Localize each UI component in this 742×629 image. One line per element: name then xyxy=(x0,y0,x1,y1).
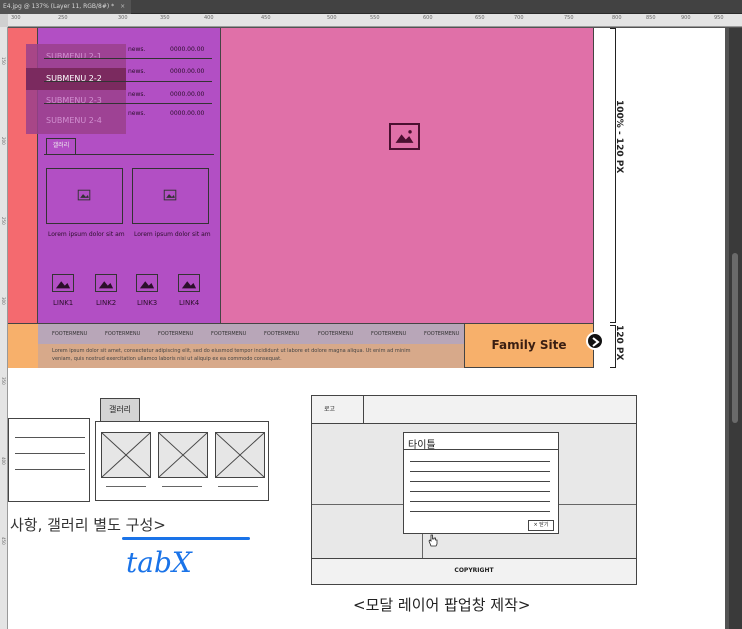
link-label[interactable]: LINK4 xyxy=(179,299,199,307)
link3-icon[interactable] xyxy=(136,274,158,292)
copyright: COPYRIGHT xyxy=(312,558,636,584)
document-tab-bar: E4.jpg @ 137% (Layer 11, RGB/8#) * × xyxy=(0,0,742,14)
link-label[interactable]: LINK2 xyxy=(96,299,116,307)
ruler-label: 350 xyxy=(1,377,6,385)
footer-menu-item[interactable]: FOOTERMENU xyxy=(264,331,299,337)
blue-underline xyxy=(122,537,250,540)
divider xyxy=(44,103,212,104)
ruler-label: 750 xyxy=(564,15,574,21)
footer-text-line: veniam, quis nostrud exercitation ullamc… xyxy=(52,356,282,362)
ruler-label: 300 xyxy=(118,15,128,21)
submenu-item[interactable]: SUBMENU 2-4 xyxy=(46,116,102,125)
height-label-top: 100% - 120 PX xyxy=(614,100,624,174)
ruler-label: 400 xyxy=(1,457,6,465)
horizontal-ruler[interactable]: 300 250 300 350 400 450 500 550 600 650 … xyxy=(8,14,742,27)
footer-left-block xyxy=(8,323,38,368)
modal-caption: <모달 레이어 팝업창 제작> xyxy=(353,596,531,614)
ruler-label: 500 xyxy=(327,15,337,21)
height-bracket-top xyxy=(610,28,616,323)
ruler-label: 450 xyxy=(261,15,271,21)
news-title[interactable]: news. xyxy=(128,46,145,53)
modal-header: 로고 xyxy=(312,396,636,424)
news-date: 0000.00.00 xyxy=(170,110,205,117)
link4-icon[interactable] xyxy=(178,274,200,292)
modal-popup: 타이틀 × 닫기 xyxy=(403,432,559,534)
image-placeholder-icon xyxy=(101,432,151,478)
news-title[interactable]: news. xyxy=(128,91,145,98)
family-site-select[interactable]: Family Site xyxy=(464,323,594,368)
footer-text-line: Lorem ipsum dolor sit amet, consectetur … xyxy=(52,348,411,354)
gallery-sketch-tab[interactable]: 갤러리 xyxy=(100,398,140,422)
image-placeholder-icon xyxy=(215,432,265,478)
footer-menu-item[interactable]: FOOTERMENU xyxy=(371,331,406,337)
modal-close-button[interactable]: × 닫기 xyxy=(528,520,554,531)
vertical-scrollbar[interactable] xyxy=(729,28,742,629)
divider xyxy=(44,81,212,82)
footer-menu-item[interactable]: FOOTERMENU xyxy=(211,331,246,337)
divider xyxy=(44,154,214,155)
link2-icon[interactable] xyxy=(95,274,117,292)
gallery-sketch xyxy=(95,421,269,501)
news-date: 0000.00.00 xyxy=(170,46,205,53)
handwritten-note: tabX xyxy=(126,546,192,579)
ruler-label: 450 xyxy=(1,537,6,545)
ruler-label: 300 xyxy=(11,15,21,21)
ruler-label: 950 xyxy=(714,15,724,21)
news-date: 0000.00.00 xyxy=(170,91,205,98)
ruler-label: 700 xyxy=(514,15,524,21)
gallery-caption-note: 사항, 갤러리 별도 구성> xyxy=(10,516,166,534)
gallery-thumb[interactable] xyxy=(46,168,123,224)
image-placeholder-icon xyxy=(158,432,208,478)
footer-menu-item[interactable]: FOOTERMENU xyxy=(105,331,140,337)
ruler-label: 400 xyxy=(204,15,214,21)
news-title[interactable]: news. xyxy=(128,68,145,75)
ruler-label: 650 xyxy=(475,15,485,21)
vertical-ruler[interactable]: 150 200 250 300 350 400 450 xyxy=(0,27,8,629)
gallery-caption: Lorem ipsum dolor sit am xyxy=(134,231,211,238)
gallery-tab[interactable]: 갤러리 xyxy=(46,138,76,154)
ruler-label: 300 xyxy=(1,297,6,305)
main-visual-area xyxy=(220,28,594,323)
news-date: 0000.00.00 xyxy=(170,68,205,75)
footer-menu-item[interactable]: FOOTERMENU xyxy=(318,331,353,337)
link-label[interactable]: LINK1 xyxy=(53,299,73,307)
gallery-thumb[interactable] xyxy=(132,168,209,224)
image-placeholder-icon xyxy=(389,123,420,150)
gallery-caption: Lorem ipsum dolor sit am xyxy=(48,231,125,238)
ruler-label: 900 xyxy=(681,15,691,21)
ruler-label: 550 xyxy=(370,15,380,21)
link-label[interactable]: LINK3 xyxy=(137,299,157,307)
footer-text-area: Lorem ipsum dolor sit amet, consectetur … xyxy=(38,344,464,368)
document-tab-title: E4.jpg @ 137% (Layer 11, RGB/8#) * xyxy=(3,3,115,10)
document-canvas[interactable]: SUBMENU 2-1 SUBMENU 2-2 SUBMENU 2-3 SUBM… xyxy=(8,28,725,629)
scrollbar-thumb[interactable] xyxy=(732,253,738,423)
hand-cursor-icon xyxy=(426,532,440,547)
ruler-label: 150 xyxy=(1,57,6,65)
ruler-label: 600 xyxy=(423,15,433,21)
ruler-label: 200 xyxy=(1,137,6,145)
ruler-label: 250 xyxy=(58,15,68,21)
ruler-label: 350 xyxy=(160,15,170,21)
ruler-label: 850 xyxy=(646,15,656,21)
footer-menu-item[interactable]: FOOTERMENU xyxy=(158,331,193,337)
footer-menu-item[interactable]: FOOTERMENU xyxy=(424,331,459,337)
divider xyxy=(44,58,212,59)
submenu-item[interactable]: SUBMENU 2-1 xyxy=(46,52,102,61)
dropdown-toggle-icon[interactable] xyxy=(586,332,604,350)
close-tab-icon[interactable]: × xyxy=(120,3,125,10)
board-sketch xyxy=(8,418,90,502)
document-tab[interactable]: E4.jpg @ 137% (Layer 11, RGB/8#) * × xyxy=(0,0,132,14)
link1-icon[interactable] xyxy=(52,274,74,292)
news-title[interactable]: news. xyxy=(128,110,145,117)
footer-menu-item[interactable]: FOOTERMENU xyxy=(52,331,87,337)
ruler-label: 250 xyxy=(1,217,6,225)
logo: 로고 xyxy=(312,396,364,423)
height-label-bottom: 120 PX xyxy=(614,325,624,361)
footer-menu-bar: FOOTERMENU FOOTERMENU FOOTERMENU FOOTERM… xyxy=(38,323,464,344)
ruler-corner xyxy=(0,14,8,27)
ruler-label: 800 xyxy=(612,15,622,21)
